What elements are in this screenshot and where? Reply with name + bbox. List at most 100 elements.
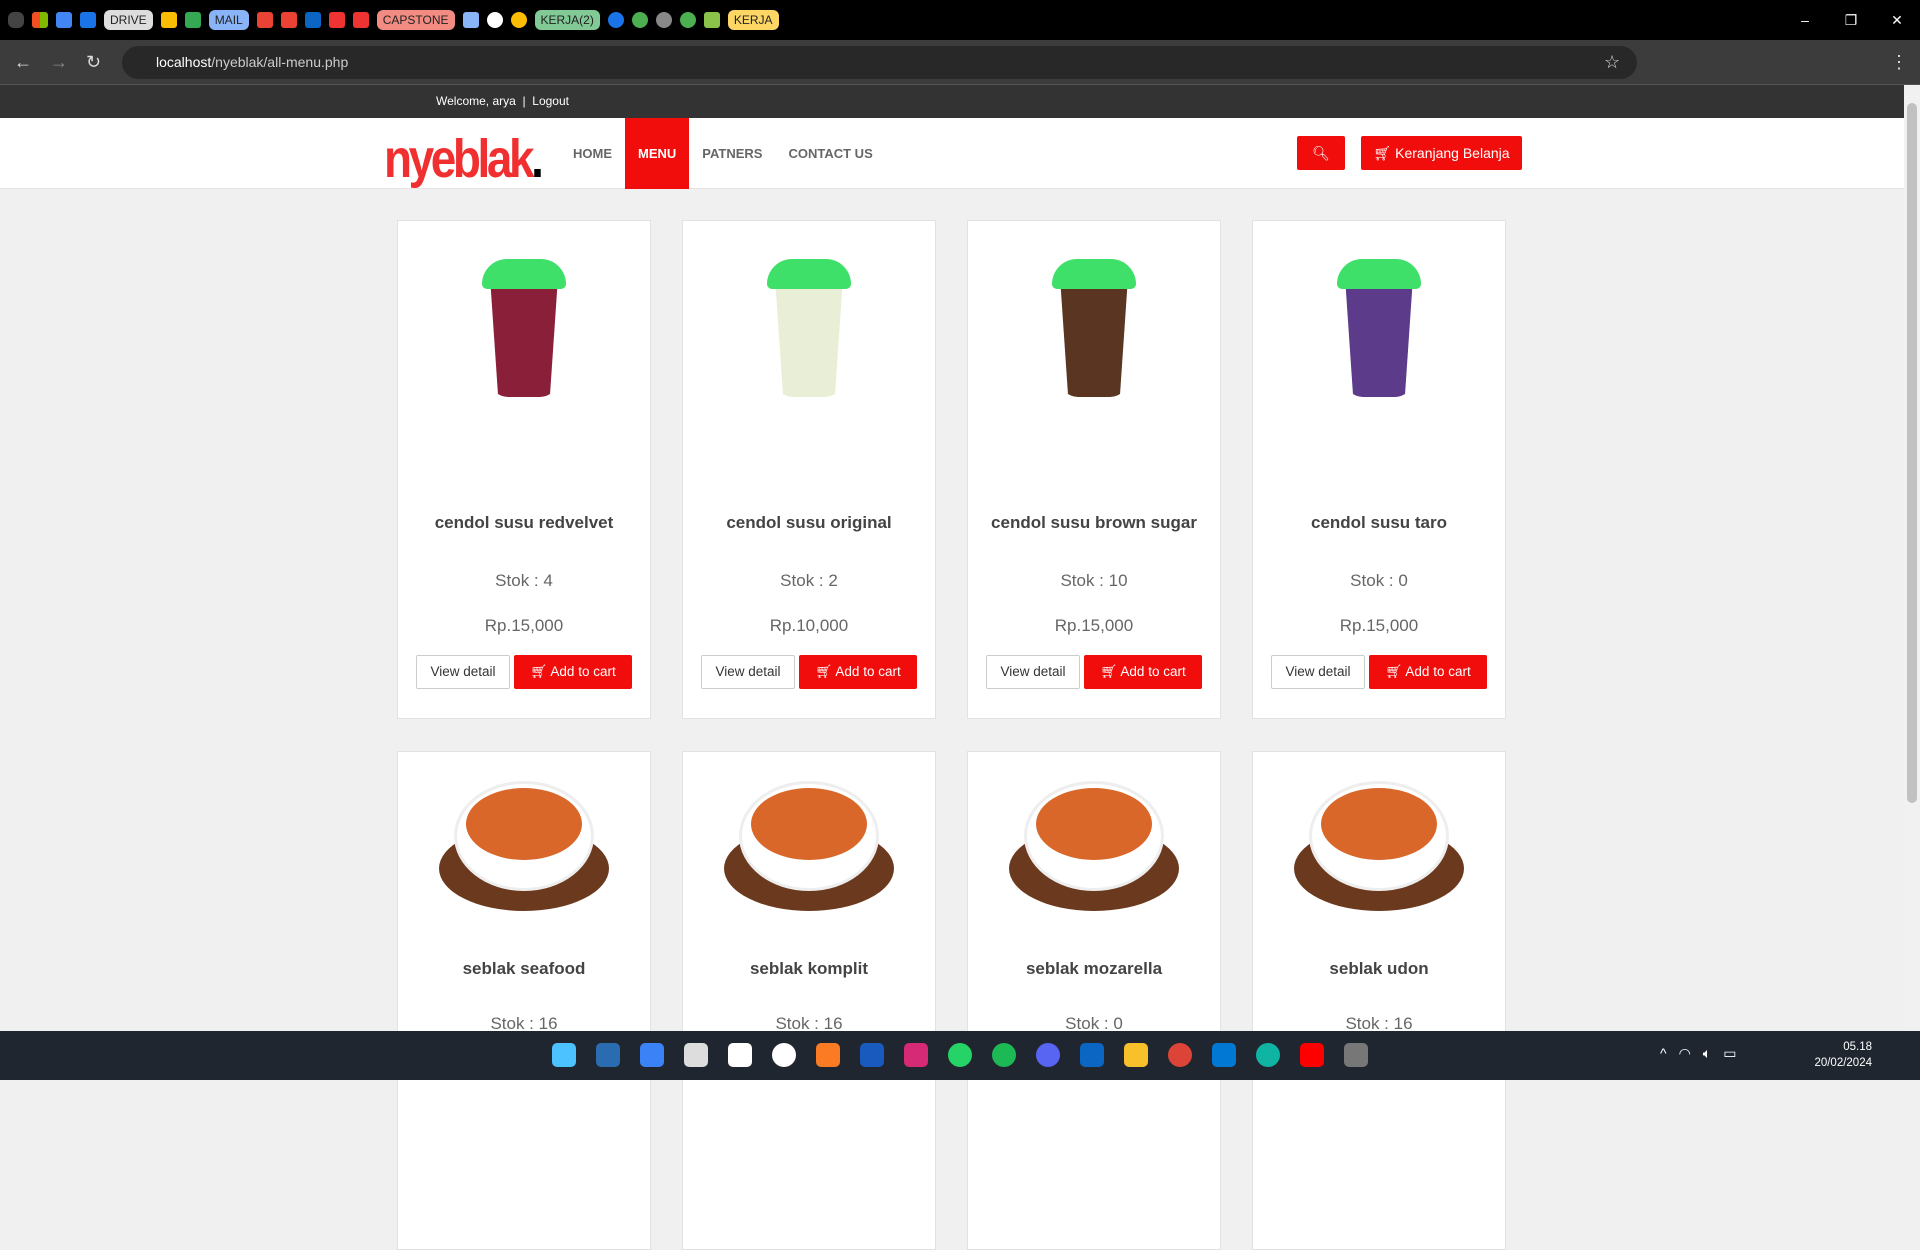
product-image[interactable] — [767, 259, 851, 399]
app-icon[interactable] — [328, 12, 345, 28]
app-icon[interactable] — [352, 12, 369, 28]
product-name[interactable]: seblak komplit — [683, 959, 935, 979]
windows-taskbar: ^ ◠ 🔈︎ ▭ 05.18 20/02/2024 — [0, 1031, 1920, 1080]
app-icon[interactable] — [772, 1043, 796, 1067]
product-image[interactable] — [434, 766, 614, 916]
product-name[interactable]: seblak mozarella — [968, 959, 1220, 979]
cart-icon: 🛒︎ — [1100, 664, 1118, 679]
gmail-icon[interactable] — [256, 12, 273, 28]
product-image[interactable] — [1004, 766, 1184, 916]
linkedin-icon[interactable] — [304, 12, 321, 28]
cart-button[interactable]: 🛒︎ Keranjang Belanja — [1361, 136, 1522, 170]
minimize-icon[interactable]: – — [1782, 0, 1828, 40]
tab-group-kerja2[interactable]: KERJA(2) — [534, 10, 600, 30]
add-to-cart-button[interactable]: 🛒︎ Add to cart — [799, 655, 917, 689]
globe-icon[interactable] — [655, 12, 672, 28]
start-icon[interactable] — [552, 1043, 576, 1067]
product-image[interactable] — [719, 766, 899, 916]
clock[interactable]: 05.18 20/02/2024 — [1814, 1039, 1872, 1071]
reload-icon[interactable]: ↻ — [86, 52, 101, 73]
whatsapp-icon[interactable] — [948, 1043, 972, 1067]
tab-search-icon[interactable] — [8, 12, 24, 28]
file-explorer-icon[interactable] — [1124, 1043, 1148, 1067]
product-name[interactable]: cendol susu redvelvet — [398, 513, 650, 533]
drive-icon[interactable] — [160, 12, 177, 28]
logo[interactable]: nyeblak. — [384, 128, 544, 190]
page-scrollbar[interactable] — [1904, 85, 1920, 1031]
edge-icon[interactable] — [1256, 1043, 1280, 1067]
product-stock: Stok : 0 — [1350, 571, 1408, 590]
product-actions: View detail 🛒︎ Add to cart — [1253, 655, 1505, 689]
back-icon[interactable]: ← — [14, 52, 32, 73]
nav-contact-us[interactable]: CONTACT US — [775, 118, 885, 189]
spotify-icon[interactable] — [992, 1043, 1016, 1067]
app-icon[interactable] — [679, 12, 696, 28]
tab-group-capstone[interactable]: CAPSTONE — [376, 10, 455, 30]
linkedin-icon[interactable] — [1080, 1043, 1104, 1067]
discord-icon[interactable] — [1036, 1043, 1060, 1067]
chevron-up-icon[interactable]: ^ — [1660, 1045, 1667, 1062]
product-actions: View detail 🛒︎ Add to cart — [398, 655, 650, 689]
app-icon[interactable] — [607, 12, 624, 28]
instagram-icon[interactable] — [904, 1043, 928, 1067]
view-detail-button[interactable]: View detail — [701, 655, 795, 689]
app-icon[interactable] — [631, 12, 648, 28]
tab-group-mail[interactable]: MAIL — [208, 10, 249, 30]
view-detail-button[interactable]: View detail — [986, 655, 1080, 689]
app-icon[interactable] — [596, 1043, 620, 1067]
browser-tab-strip: DRIVE MAIL CAPSTONE KERJA(2) KERJA – ❐ ✕ — [0, 0, 1920, 40]
bookmark-star-icon[interactable]: ☆ — [1604, 52, 1620, 73]
word-icon[interactable] — [860, 1043, 884, 1067]
product-price: Rp.15,000 — [1054, 616, 1134, 635]
product-image[interactable] — [1289, 766, 1469, 916]
translate-icon[interactable] — [56, 12, 72, 28]
nav-patners[interactable]: PATNERS — [689, 118, 775, 189]
wifi-icon[interactable]: ◠ — [1679, 1045, 1691, 1062]
calendar-icon[interactable] — [80, 12, 96, 28]
product-name[interactable]: seblak seafood — [398, 959, 650, 979]
battery-icon[interactable]: ▭ — [1723, 1045, 1736, 1062]
nav-menu[interactable]: MENU — [625, 118, 690, 189]
forward-icon[interactable]: → — [50, 52, 68, 73]
add-to-cart-button[interactable]: 🛒︎ Add to cart — [514, 655, 632, 689]
microsoft-icon[interactable] — [32, 12, 48, 28]
cloud-icon[interactable] — [510, 12, 527, 28]
scrollbar-thumb[interactable] — [1907, 103, 1917, 803]
drive-icon[interactable] — [184, 12, 201, 28]
gmail-icon[interactable] — [280, 12, 297, 28]
view-detail-button[interactable]: View detail — [416, 655, 510, 689]
url-input[interactable]: localhost/nyeblak/all-menu.php — [122, 46, 1637, 79]
app-icon[interactable] — [703, 12, 720, 28]
capcut-icon[interactable] — [728, 1043, 752, 1067]
view-detail-button[interactable]: View detail — [1271, 655, 1365, 689]
add-to-cart-button[interactable]: 🛒︎ Add to cart — [1369, 655, 1487, 689]
youtube-icon[interactable] — [1300, 1043, 1324, 1067]
chrome-icon[interactable] — [1168, 1043, 1192, 1067]
logout-link[interactable]: Logout — [532, 94, 569, 108]
close-icon[interactable]: ✕ — [1874, 0, 1920, 40]
app-icon[interactable] — [1344, 1043, 1368, 1067]
product-image[interactable] — [482, 259, 566, 399]
product-name[interactable]: cendol susu taro — [1253, 513, 1505, 533]
tab-group-kerja[interactable]: KERJA — [727, 10, 779, 30]
product-card: cendol susu redvelvet Stok : 4 Rp.15,000 Vi… — [397, 220, 651, 719]
menu-kebab-icon[interactable]: ⋮ — [1890, 52, 1908, 73]
product-image[interactable] — [1337, 259, 1421, 399]
product-name[interactable]: seblak udon — [1253, 959, 1505, 979]
github-icon[interactable] — [486, 12, 503, 28]
nav-home[interactable]: HOME — [560, 118, 625, 189]
xampp-icon[interactable] — [816, 1043, 840, 1067]
product-image[interactable] — [1052, 259, 1136, 399]
product-actions: View detail 🛒︎ Add to cart — [968, 655, 1220, 689]
vscode-icon[interactable] — [1212, 1043, 1236, 1067]
store-icon[interactable] — [640, 1043, 664, 1067]
snipping-icon[interactable] — [684, 1043, 708, 1067]
app-icon[interactable] — [462, 12, 479, 28]
search-button[interactable]: 🔍︎ — [1297, 136, 1345, 170]
add-to-cart-button[interactable]: 🛒︎ Add to cart — [1084, 655, 1202, 689]
restore-icon[interactable]: ❐ — [1828, 0, 1874, 40]
volume-icon[interactable]: 🔈︎ — [1703, 1045, 1711, 1062]
product-name[interactable]: cendol susu brown sugar — [968, 513, 1220, 533]
product-name[interactable]: cendol susu original — [683, 513, 935, 533]
tab-group-drive[interactable]: DRIVE — [104, 10, 153, 30]
